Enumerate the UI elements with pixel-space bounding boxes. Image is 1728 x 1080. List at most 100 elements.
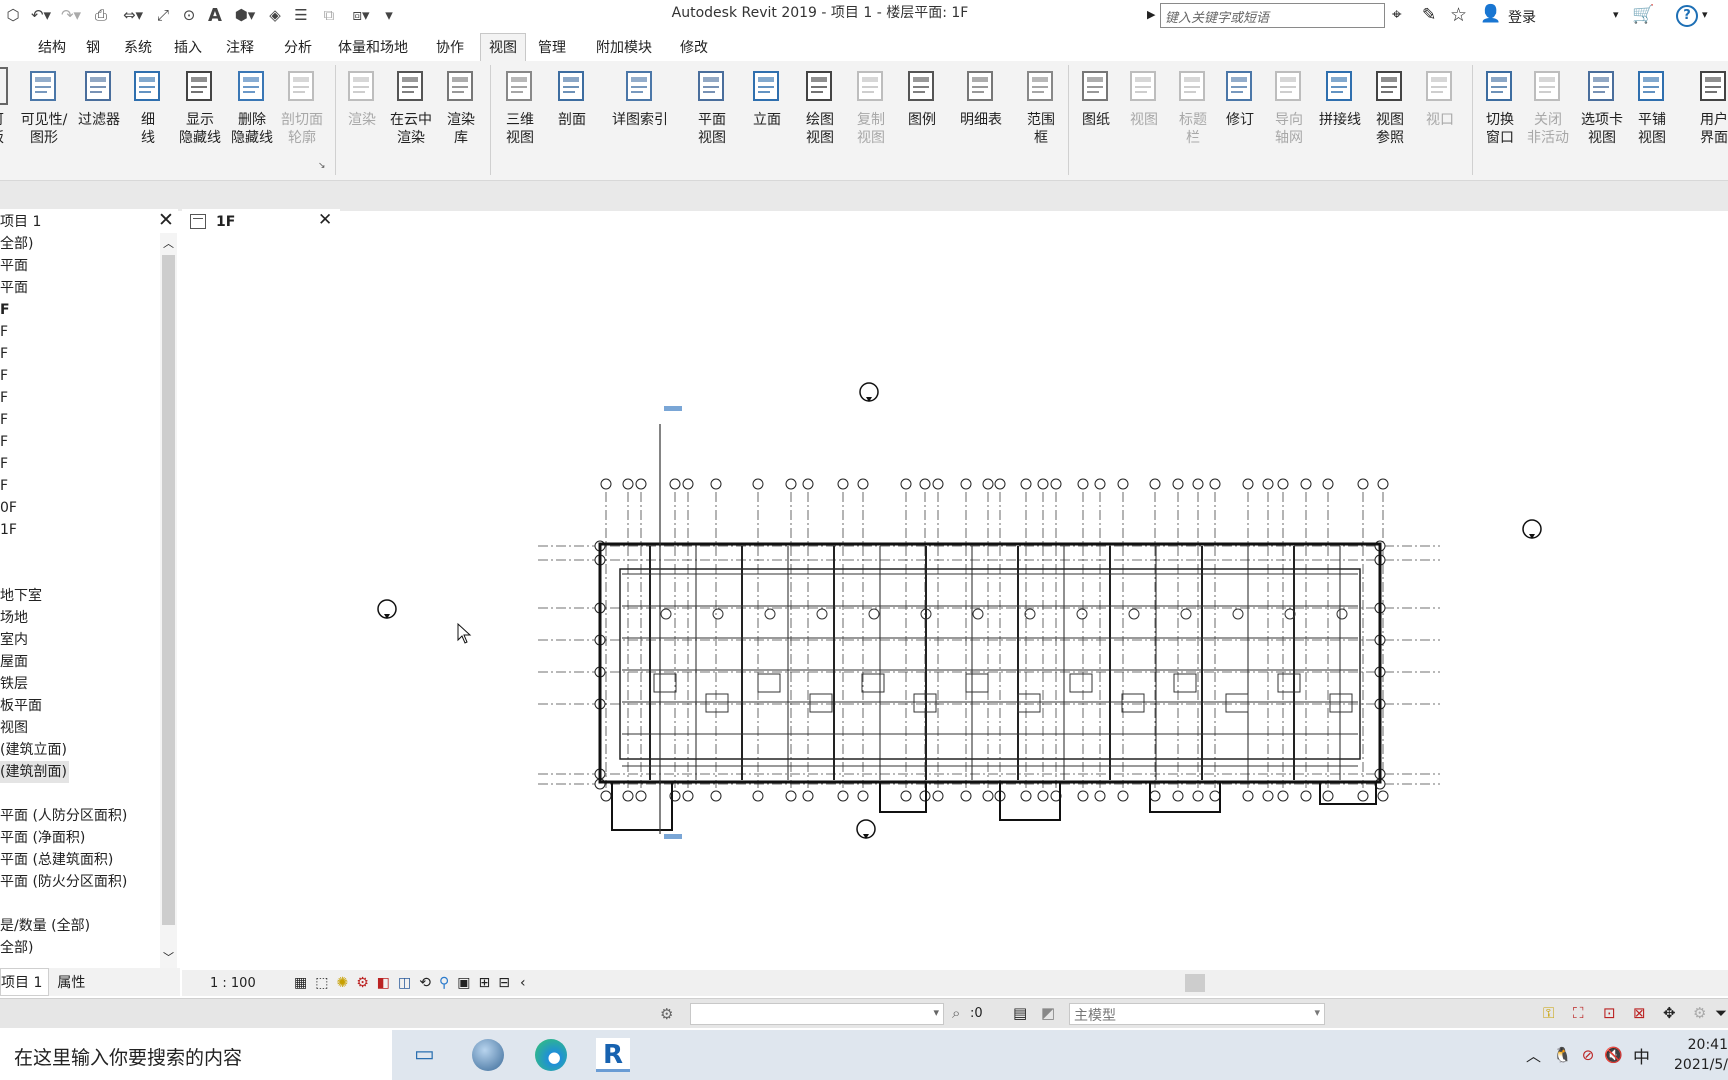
ribbon-button-graphics-3[interactable]: 显示 隐藏线 bbox=[170, 67, 230, 167]
redo-icon[interactable]: ↷▾ bbox=[56, 3, 86, 27]
account-dropdown-icon[interactable]: ▾ bbox=[1613, 8, 1619, 21]
tab-4[interactable]: 注释 bbox=[218, 34, 262, 61]
browser-tree-item[interactable]: F bbox=[0, 475, 160, 497]
tab-3[interactable]: 插入 bbox=[166, 34, 210, 61]
close-view-icon[interactable]: ✕ bbox=[318, 210, 332, 230]
horizontal-scrollbar-thumb[interactable] bbox=[1185, 974, 1205, 992]
design-option-dropdown[interactable]: 主模型 ▾ bbox=[1069, 1003, 1325, 1025]
3d-view-icon[interactable]: ⬢▾ bbox=[228, 3, 262, 27]
view-tab-1f[interactable]: 1F ✕ bbox=[182, 209, 340, 234]
show-rendering-icon[interactable]: ◧ bbox=[377, 975, 390, 991]
browser-tree-item[interactable] bbox=[0, 563, 160, 585]
clock[interactable]: 20:41 2021/5/ bbox=[1670, 1035, 1728, 1075]
print-icon[interactable]: ⎙ bbox=[86, 3, 116, 27]
sun-path-icon[interactable]: ✺ bbox=[336, 975, 348, 991]
ribbon-button-create-2[interactable]: 详图索引 bbox=[610, 67, 670, 167]
text-icon[interactable]: A bbox=[202, 3, 228, 27]
browser-tree-item[interactable]: F bbox=[0, 453, 160, 475]
shadows-icon[interactable]: ⚙ bbox=[356, 975, 369, 991]
browser-tree-item[interactable]: 地下室 bbox=[0, 585, 160, 607]
browser-tree-item[interactable]: 平面 bbox=[0, 277, 160, 299]
scroll-up-icon[interactable]: ︿ bbox=[163, 235, 174, 251]
tab-1[interactable]: 钢 bbox=[78, 34, 108, 61]
ribbon-button-create-8[interactable]: 明细表 bbox=[951, 67, 1011, 167]
browser-tree-item[interactable]: 铁层 bbox=[0, 673, 160, 695]
crop-view-icon[interactable]: ◫ bbox=[398, 975, 411, 991]
tab-6[interactable]: 体量和场地 bbox=[330, 34, 416, 61]
ime-indicator[interactable]: 中 bbox=[1633, 1043, 1650, 1068]
tab-properties[interactable]: 属性 bbox=[49, 969, 93, 995]
ribbon-button-graphics-2[interactable]: 细线 bbox=[118, 67, 178, 167]
favorites-star-icon[interactable]: ☆ bbox=[1450, 4, 1467, 26]
help-dropdown-icon[interactable]: ▾ bbox=[1702, 8, 1708, 21]
floor-plan-drawing[interactable] bbox=[180, 234, 1728, 970]
ribbon-button-presentation-2[interactable]: 渲染库 bbox=[431, 67, 491, 167]
background-process-icon[interactable]: ⚙ bbox=[1693, 1004, 1706, 1022]
edge-icon[interactable] bbox=[535, 1039, 567, 1071]
app-menu-icon[interactable]: ⬡ bbox=[0, 3, 26, 27]
login-link[interactable]: 登录 bbox=[1508, 7, 1536, 27]
browser-tree-item[interactable]: F bbox=[0, 431, 160, 453]
browser-tree-item[interactable]: 1F bbox=[0, 519, 160, 541]
project-browser-scrollbar[interactable]: ︿ ﹀ bbox=[160, 233, 177, 968]
reveal-hidden-icon[interactable]: ▣ bbox=[457, 975, 470, 991]
tab-0[interactable]: 结构 bbox=[30, 34, 74, 61]
exclude-options-icon[interactable]: ◩ bbox=[1041, 1004, 1055, 1022]
tab-10[interactable]: 附加模块 bbox=[588, 34, 660, 61]
subscription-icon[interactable]: ✎ bbox=[1422, 5, 1436, 25]
user-icon[interactable]: 👤 bbox=[1480, 4, 1501, 24]
info-arrow-icon[interactable]: ▶ bbox=[1147, 8, 1155, 21]
browser-tree-item[interactable]: 板平面 bbox=[0, 695, 160, 717]
browser-tree-item[interactable]: F bbox=[0, 365, 160, 387]
tag-icon[interactable]: ⊙ bbox=[176, 3, 202, 27]
ribbon-button-create-9[interactable]: 范围框 bbox=[1011, 67, 1071, 167]
drag-elements-icon[interactable]: ✥ bbox=[1663, 1004, 1676, 1022]
binoculars-icon[interactable]: ⌖ bbox=[1392, 5, 1402, 25]
help-icon[interactable]: ? bbox=[1676, 5, 1698, 27]
ribbon-button-create-7[interactable]: 图例 bbox=[892, 67, 952, 167]
select-underlay-icon[interactable]: ⛶ bbox=[1573, 1004, 1584, 1022]
show-hidden-icons-icon[interactable]: ︿ bbox=[1526, 1045, 1541, 1066]
drawing-canvas[interactable] bbox=[180, 234, 1728, 970]
measure-icon[interactable]: ⇔▾ bbox=[116, 3, 150, 27]
browser-tree-item[interactable]: 屋面 bbox=[0, 651, 160, 673]
workset-dropdown[interactable]: ▾ bbox=[690, 1003, 944, 1025]
browser-tree-item[interactable]: 全部) bbox=[0, 233, 160, 255]
browser-tree-item[interactable] bbox=[0, 783, 160, 805]
ribbon-button-windows-4[interactable]: 用户 界面 bbox=[1684, 67, 1728, 167]
browser-tree-item[interactable]: 平面 (净面积) bbox=[0, 827, 160, 849]
tab-2[interactable]: 系统 bbox=[116, 34, 160, 61]
browser-tree-item[interactable]: 平面 (防火分区面积) bbox=[0, 871, 160, 893]
close-hidden-icon[interactable]: ⧉ bbox=[314, 3, 344, 27]
tab-9[interactable]: 管理 bbox=[530, 34, 574, 61]
tab-7[interactable]: 协作 bbox=[428, 34, 472, 61]
filter-icon[interactable]: ⏷ bbox=[1715, 1004, 1727, 1022]
ribbon-button-create-1[interactable]: 剖面 bbox=[542, 67, 602, 167]
ribbon-button-create-0[interactable]: 三维 视图 bbox=[490, 67, 550, 167]
browser-tree-item[interactable]: 0F bbox=[0, 497, 160, 519]
tab-11[interactable]: 修改 bbox=[672, 34, 716, 61]
browser-tree-item[interactable]: 平面 bbox=[0, 255, 160, 277]
close-icon[interactable]: ✕ bbox=[158, 209, 174, 231]
browser-tree-item[interactable]: F bbox=[0, 299, 160, 321]
cart-icon[interactable]: 🛒 bbox=[1632, 4, 1654, 25]
browser-tree-item[interactable]: F bbox=[0, 343, 160, 365]
browser-tree-item[interactable] bbox=[0, 893, 160, 915]
task-view-icon[interactable]: ▭ bbox=[414, 1042, 435, 1067]
volume-icon[interactable]: 🔇 bbox=[1604, 1046, 1623, 1064]
browser-app-icon[interactable] bbox=[472, 1039, 504, 1071]
ribbon-button-create-3[interactable]: 平面 视图 bbox=[682, 67, 742, 167]
browser-tree-item[interactable]: 是/数量 (全部) bbox=[0, 915, 160, 937]
editable-only-icon[interactable]: ⌕ bbox=[952, 1004, 960, 1022]
browser-tree-item[interactable]: 平面 (总建筑面积) bbox=[0, 849, 160, 871]
browser-tree-item[interactable]: F bbox=[0, 387, 160, 409]
thin-lines-icon[interactable]: ☰ bbox=[288, 3, 314, 27]
panel-launcher-icon[interactable]: ↘ bbox=[318, 161, 326, 171]
browser-tree-item[interactable]: 平面 (人防分区面积) bbox=[0, 805, 160, 827]
tab-8[interactable]: 视图 bbox=[480, 33, 526, 61]
revit-taskbar-icon[interactable]: R bbox=[596, 1038, 630, 1072]
customize-qat-icon[interactable]: ▾ bbox=[378, 3, 400, 27]
select-pinned-icon[interactable]: ⊡ bbox=[1603, 1004, 1616, 1022]
browser-tree-item[interactable]: 视图 bbox=[0, 717, 160, 739]
visual-style-icon[interactable]: ⬚ bbox=[315, 975, 328, 991]
